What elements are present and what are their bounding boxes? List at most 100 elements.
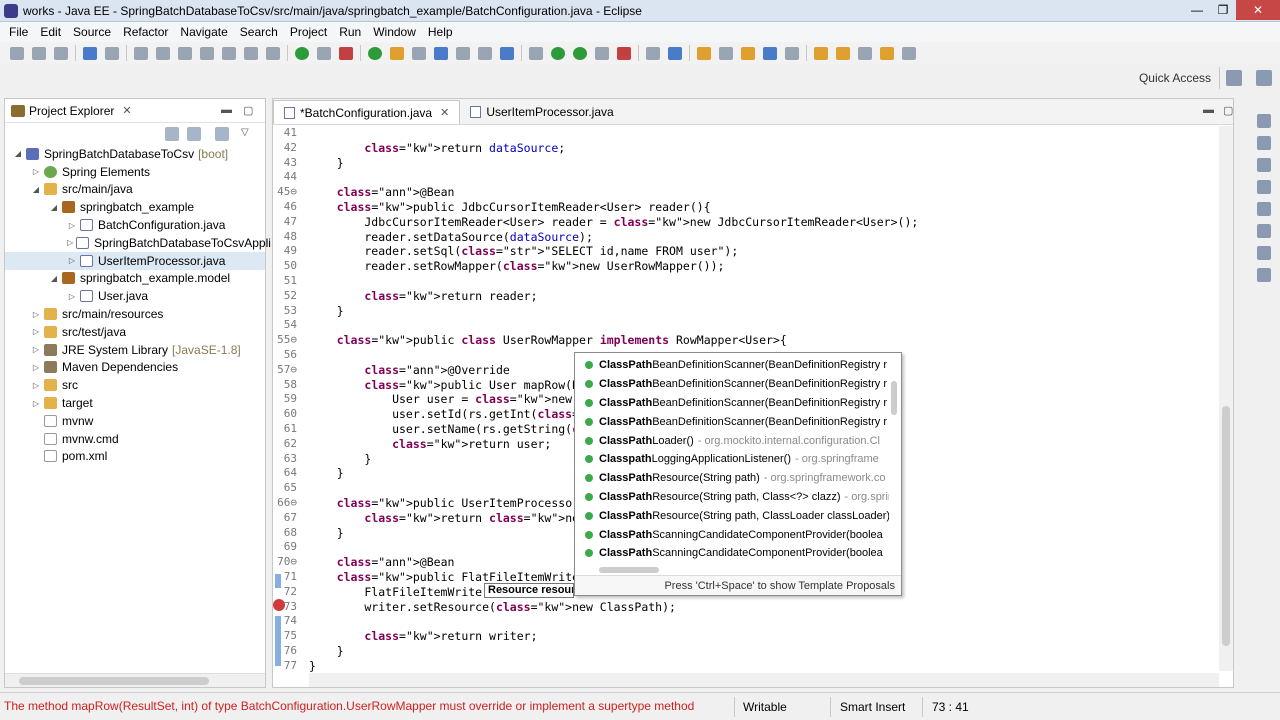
open-type-icon[interactable]	[368, 46, 382, 60]
code-line[interactable]: class="kw">return writer;	[309, 629, 918, 644]
minimize-button[interactable]: —	[1184, 0, 1210, 20]
close-button[interactable]: ✕	[1236, 0, 1280, 20]
pin-editor-icon[interactable]	[456, 46, 470, 60]
proposal-item[interactable]: ClassPath ScanningCandidateComponentProvi…	[575, 544, 889, 563]
step-into-icon[interactable]	[222, 46, 236, 60]
java-ee-perspective-icon[interactable]	[1256, 70, 1272, 86]
open-perspective-icon[interactable]	[1226, 70, 1242, 86]
tree-item[interactable]: ▷ src	[5, 376, 265, 394]
show-whitespace-icon[interactable]	[434, 46, 448, 60]
horizontal-scrollbar[interactable]	[5, 673, 265, 687]
tree-item[interactable]: mvnw	[5, 412, 265, 430]
minimize-view-icon[interactable]: ▬	[1203, 104, 1214, 116]
close-icon[interactable]: ✕	[440, 106, 449, 119]
collapse-all-icon[interactable]	[165, 127, 179, 141]
code-line[interactable]: reader.setSql(class="str">"SELECT id,nam…	[309, 244, 918, 259]
annotation-nav-icon[interactable]	[785, 46, 799, 60]
toggle-mark-occurrences-icon[interactable]	[317, 46, 331, 60]
next-annotation-icon[interactable]	[814, 46, 828, 60]
code-line[interactable]: JdbcCursorItemReader<User> reader = clas…	[309, 215, 918, 230]
word-wrap-icon[interactable]	[412, 46, 426, 60]
open-task-icon[interactable]	[478, 46, 492, 60]
expand-arrow-icon[interactable]: ▷	[31, 345, 41, 354]
back-icon[interactable]	[880, 46, 894, 60]
tree-item[interactable]: ▷ src/test/java	[5, 323, 265, 341]
code-line[interactable]	[309, 274, 918, 289]
disconnect-icon[interactable]	[200, 46, 214, 60]
maximize-view-icon[interactable]: ▢	[1223, 104, 1233, 117]
proposal-item[interactable]: ClassPath BeanDefinitionScanner(BeanDefin…	[575, 394, 889, 413]
collapse-arrow-icon[interactable]: ◢	[49, 203, 59, 212]
ant-icon[interactable]	[617, 46, 631, 60]
tree-item[interactable]: ▷ User.java	[5, 287, 265, 305]
collapse-arrow-icon[interactable]: ◢	[13, 149, 23, 158]
tree-item[interactable]: ▷ UserItemProcessor.java	[5, 251, 265, 270]
horizontal-scrollbar[interactable]	[309, 673, 1219, 687]
debug-icon[interactable]	[529, 46, 543, 60]
code-line[interactable]: reader.setDataSource(dataSource);	[309, 230, 918, 245]
expand-arrow-icon[interactable]: ▷	[67, 221, 77, 230]
expand-arrow-icon[interactable]: ▷	[67, 238, 73, 247]
expand-arrow-icon[interactable]: ▷	[31, 381, 41, 390]
menu-edit[interactable]: Edit	[34, 25, 67, 39]
code-line[interactable]	[309, 170, 918, 185]
task-list-icon[interactable]	[1257, 136, 1271, 150]
previous-annotation-icon[interactable]	[836, 46, 850, 60]
open-perspective-icon[interactable]	[719, 46, 733, 60]
menu-refactor[interactable]: Refactor	[117, 25, 174, 39]
menu-run[interactable]: Run	[333, 25, 367, 39]
expand-arrow-icon[interactable]: ▷	[31, 310, 41, 319]
data-source-icon[interactable]	[1257, 224, 1271, 238]
tree-item[interactable]: ▷ Maven Dependencies	[5, 359, 265, 377]
proposal-horizontal-scrollbar[interactable]	[591, 565, 881, 575]
code-line[interactable]	[309, 318, 918, 333]
collapse-arrow-icon[interactable]: ◢	[49, 274, 59, 283]
proposal-item[interactable]: ClassPath ScanningCandidateComponentProvi…	[575, 525, 889, 544]
terminate-icon[interactable]	[178, 46, 192, 60]
tab-user-item-processor[interactable]: UserItemProcessor.java	[460, 100, 623, 124]
menu-source[interactable]: Source	[67, 25, 117, 39]
new-icon[interactable]	[10, 46, 24, 60]
vertical-scrollbar[interactable]	[1219, 126, 1233, 671]
block-selection-icon[interactable]	[390, 46, 404, 60]
tree-item[interactable]: ▷ SpringBatchDatabaseToCsvAppli	[5, 234, 271, 252]
menu-help[interactable]: Help	[422, 25, 459, 39]
save-all-icon[interactable]	[54, 46, 68, 60]
menu-project[interactable]: Project	[284, 25, 333, 39]
proposal-item[interactable]: ClassPath BeanDefinitionScanner(BeanDefin…	[575, 375, 889, 394]
quick-access-field[interactable]: Quick Access	[1139, 67, 1220, 89]
tab-batch-configuration[interactable]: *BatchConfiguration.java ✕	[273, 100, 461, 124]
snippets-icon[interactable]	[1257, 246, 1271, 260]
resume-icon[interactable]	[134, 46, 148, 60]
expand-arrow-icon[interactable]: ▷	[67, 292, 77, 301]
markers-icon[interactable]	[1257, 158, 1271, 172]
maximize-view-icon[interactable]: ▢	[243, 104, 253, 117]
console-icon[interactable]	[83, 46, 97, 60]
expand-arrow-icon[interactable]: ▷	[31, 399, 41, 408]
minimize-view-icon[interactable]: ▬	[221, 104, 232, 116]
new-java-project-icon[interactable]	[646, 46, 660, 60]
maximize-button[interactable]: ❐	[1210, 0, 1236, 20]
outline-icon[interactable]	[1257, 114, 1271, 128]
new-server-icon[interactable]	[500, 46, 514, 60]
close-icon[interactable]: ✕	[122, 104, 131, 117]
code-line[interactable]: class="kw">return reader;	[309, 289, 918, 304]
code-line[interactable]: }	[309, 644, 918, 659]
tree-item[interactable]: ▷ JRE System Library [JavaSE-1.8]	[5, 341, 265, 359]
last-edit-location-icon[interactable]	[858, 46, 872, 60]
proposal-item[interactable]: ClassPath BeanDefinitionScanner(BeanDefin…	[575, 356, 889, 375]
menu-navigate[interactable]: Navigate	[174, 25, 233, 39]
tree-item[interactable]: ◢ springbatch_example.model	[5, 270, 265, 288]
proposal-item[interactable]: ClassPath Resource(String path, Class<?> …	[575, 488, 889, 507]
code-line[interactable]	[309, 126, 918, 141]
save-icon[interactable]	[32, 46, 46, 60]
servers-icon[interactable]	[1257, 202, 1271, 216]
expand-arrow-icon[interactable]: ▷	[31, 167, 41, 176]
menu-file[interactable]: File	[3, 25, 34, 39]
tree-item[interactable]: pom.xml	[5, 448, 265, 466]
expand-arrow-icon[interactable]: ▷	[31, 327, 41, 336]
code-line[interactable]: }	[309, 156, 918, 171]
link-with-editor-icon[interactable]	[187, 127, 201, 141]
code-line[interactable]: class="kw">public JdbcCursorItemReader<U…	[309, 200, 918, 215]
new-package-icon[interactable]	[668, 46, 682, 60]
